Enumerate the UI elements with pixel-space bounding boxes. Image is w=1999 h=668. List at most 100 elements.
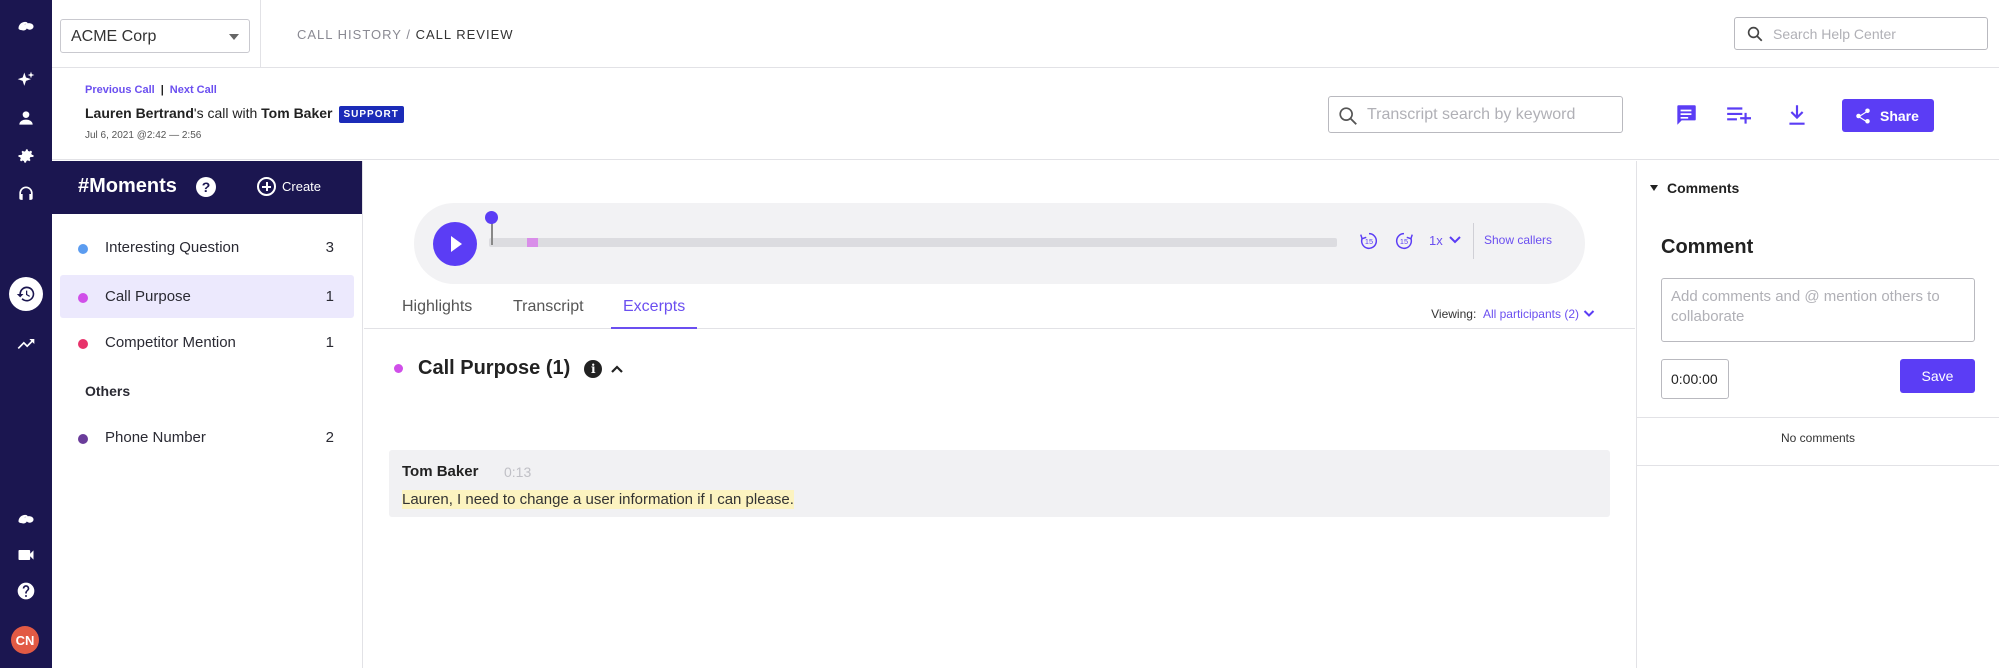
viewing-label: Viewing: <box>1431 307 1477 321</box>
chevron-down-icon <box>1583 310 1595 317</box>
moment-dot <box>78 244 88 254</box>
moment-item[interactable]: Interesting Question 3 <box>60 226 354 269</box>
moment-count: 1 <box>325 334 334 351</box>
section-title: Call Purpose (1) <box>418 357 571 379</box>
moment-item[interactable]: Call Purpose 1 <box>60 275 354 318</box>
divider <box>1637 465 1999 466</box>
excerpt-text: Lauren, I need to change a user informat… <box>402 490 794 509</box>
skip-forward-label: 15 <box>1400 237 1408 246</box>
playhead-line <box>490 221 493 245</box>
video-icon[interactable] <box>12 541 40 569</box>
section-header: Call Purpose (1) i <box>394 357 624 380</box>
customer-name: Tom Baker <box>261 105 333 121</box>
help-search-input[interactable] <box>1773 24 1978 44</box>
comments-toggle[interactable]: Comments <box>1650 180 1739 196</box>
moment-count: 3 <box>325 239 334 256</box>
speed-select[interactable]: 1x <box>1429 233 1443 248</box>
comments-toggle-label: Comments <box>1667 180 1740 196</box>
call-nav: Previous Call | Next Call <box>85 84 217 96</box>
excerpt-speaker: Tom Baker <box>402 463 479 480</box>
chevron-down-icon[interactable] <box>1448 235 1462 245</box>
info-icon[interactable]: i <box>584 359 603 378</box>
moment-count: 1 <box>325 288 334 305</box>
share-button[interactable]: Share <box>1842 99 1934 132</box>
tab-excerpts[interactable]: Excerpts <box>611 298 698 329</box>
save-button[interactable]: Save <box>1900 359 1975 393</box>
tab-bar: Highlights Transcript Excerpts Viewing: … <box>364 290 1635 329</box>
breadcrumb-parent[interactable]: CALL HISTORY <box>297 27 402 42</box>
caret-down-icon <box>229 34 239 40</box>
history-icon[interactable] <box>9 277 43 311</box>
comment-input[interactable] <box>1661 278 1975 342</box>
share-icon <box>1856 108 1870 123</box>
moment-label: Interesting Question <box>105 239 240 256</box>
section-dot <box>394 364 403 373</box>
comment-title: Comment <box>1661 236 1754 258</box>
trending-icon[interactable] <box>12 330 40 358</box>
brand-icon[interactable] <box>12 505 40 533</box>
progress-track[interactable] <box>489 238 1337 247</box>
tab-transcript[interactable]: Transcript <box>513 298 584 329</box>
divider <box>260 0 261 68</box>
previous-call-link[interactable]: Previous Call <box>85 84 155 96</box>
main-content: 15 15 1x Show callers Highlights Transcr… <box>364 161 1635 668</box>
moments-title: #Moments <box>78 175 177 197</box>
moments-panel: #Moments ? Create Interesting Question 3 … <box>52 161 363 668</box>
add-to-playlist-icon[interactable] <box>1724 102 1752 128</box>
moment-dot <box>78 293 88 303</box>
moment-dot <box>78 434 88 444</box>
breadcrumb: CALL HISTORY / CALL REVIEW <box>297 27 514 42</box>
question-icon[interactable]: ? <box>196 177 216 197</box>
logo-icon[interactable] <box>12 12 40 40</box>
add-circle-icon <box>257 177 276 196</box>
excerpt-card[interactable]: Tom Baker 0:13 Lauren, I need to change … <box>389 450 1610 517</box>
breadcrumb-current: CALL REVIEW <box>415 27 514 42</box>
help-search[interactable] <box>1734 17 1988 50</box>
comments-panel: Comments Comment Save No comments <box>1636 161 1999 668</box>
caret-down-icon <box>1650 185 1658 191</box>
create-button[interactable]: Create <box>257 177 321 196</box>
comment-icon[interactable] <box>1672 102 1700 128</box>
viewing-filter[interactable]: Viewing: All participants (2) <box>1431 307 1595 321</box>
app-rail: CN <box>0 0 52 668</box>
comment-time-input[interactable] <box>1661 359 1729 399</box>
call-header: Previous Call | Next Call Lauren Bertrand'… <box>52 68 1999 160</box>
org-select[interactable]: ACME Corp <box>60 19 250 53</box>
call-title-connector: 's call with <box>193 105 262 121</box>
others-heading: Others <box>85 383 131 399</box>
moment-dot <box>78 339 88 349</box>
next-call-link[interactable]: Next Call <box>170 84 217 96</box>
playhead-knob[interactable] <box>485 211 498 224</box>
search-icon <box>1747 26 1763 42</box>
skip-forward-icon[interactable]: 15 <box>1393 230 1415 252</box>
viewing-value[interactable]: All participants (2) <box>1483 307 1579 321</box>
top-bar: ACME Corp CALL HISTORY / CALL REVIEW <box>52 0 1999 68</box>
tab-highlights[interactable]: Highlights <box>402 298 472 329</box>
chevron-up-icon[interactable] <box>610 364 624 374</box>
download-icon[interactable] <box>1783 102 1811 128</box>
person-icon[interactable] <box>12 104 40 132</box>
moment-item[interactable]: Phone Number 2 <box>60 416 354 459</box>
moment-label: Phone Number <box>105 429 206 446</box>
call-title: Lauren Bertrand's call with Tom Baker SUP… <box>85 105 404 123</box>
call-date: Jul 6, 2021 @2:42 — 2:56 <box>85 130 202 141</box>
empty-comments: No comments <box>1780 431 1856 445</box>
excerpt-time[interactable]: 0:13 <box>504 464 531 480</box>
moment-item[interactable]: Competitor Mention 1 <box>60 321 354 364</box>
gear-icon[interactable] <box>12 142 40 170</box>
support-tag: SUPPORT <box>338 106 404 123</box>
moment-label: Call Purpose <box>105 288 191 305</box>
moment-count: 2 <box>325 429 334 446</box>
sparkle-icon[interactable] <box>12 66 40 94</box>
moment-label: Competitor Mention <box>105 334 236 351</box>
help-icon[interactable] <box>12 577 40 605</box>
skip-back-icon[interactable]: 15 <box>1358 230 1380 252</box>
headset-icon[interactable] <box>12 180 40 208</box>
clip-marker[interactable] <box>527 238 539 247</box>
transcript-search[interactable] <box>1328 96 1623 133</box>
play-icon[interactable] <box>433 222 477 266</box>
avatar[interactable]: CN <box>11 626 39 654</box>
transcript-search-input[interactable] <box>1367 105 1617 125</box>
show-callers-link[interactable]: Show callers <box>1484 233 1552 247</box>
divider <box>1473 223 1474 259</box>
